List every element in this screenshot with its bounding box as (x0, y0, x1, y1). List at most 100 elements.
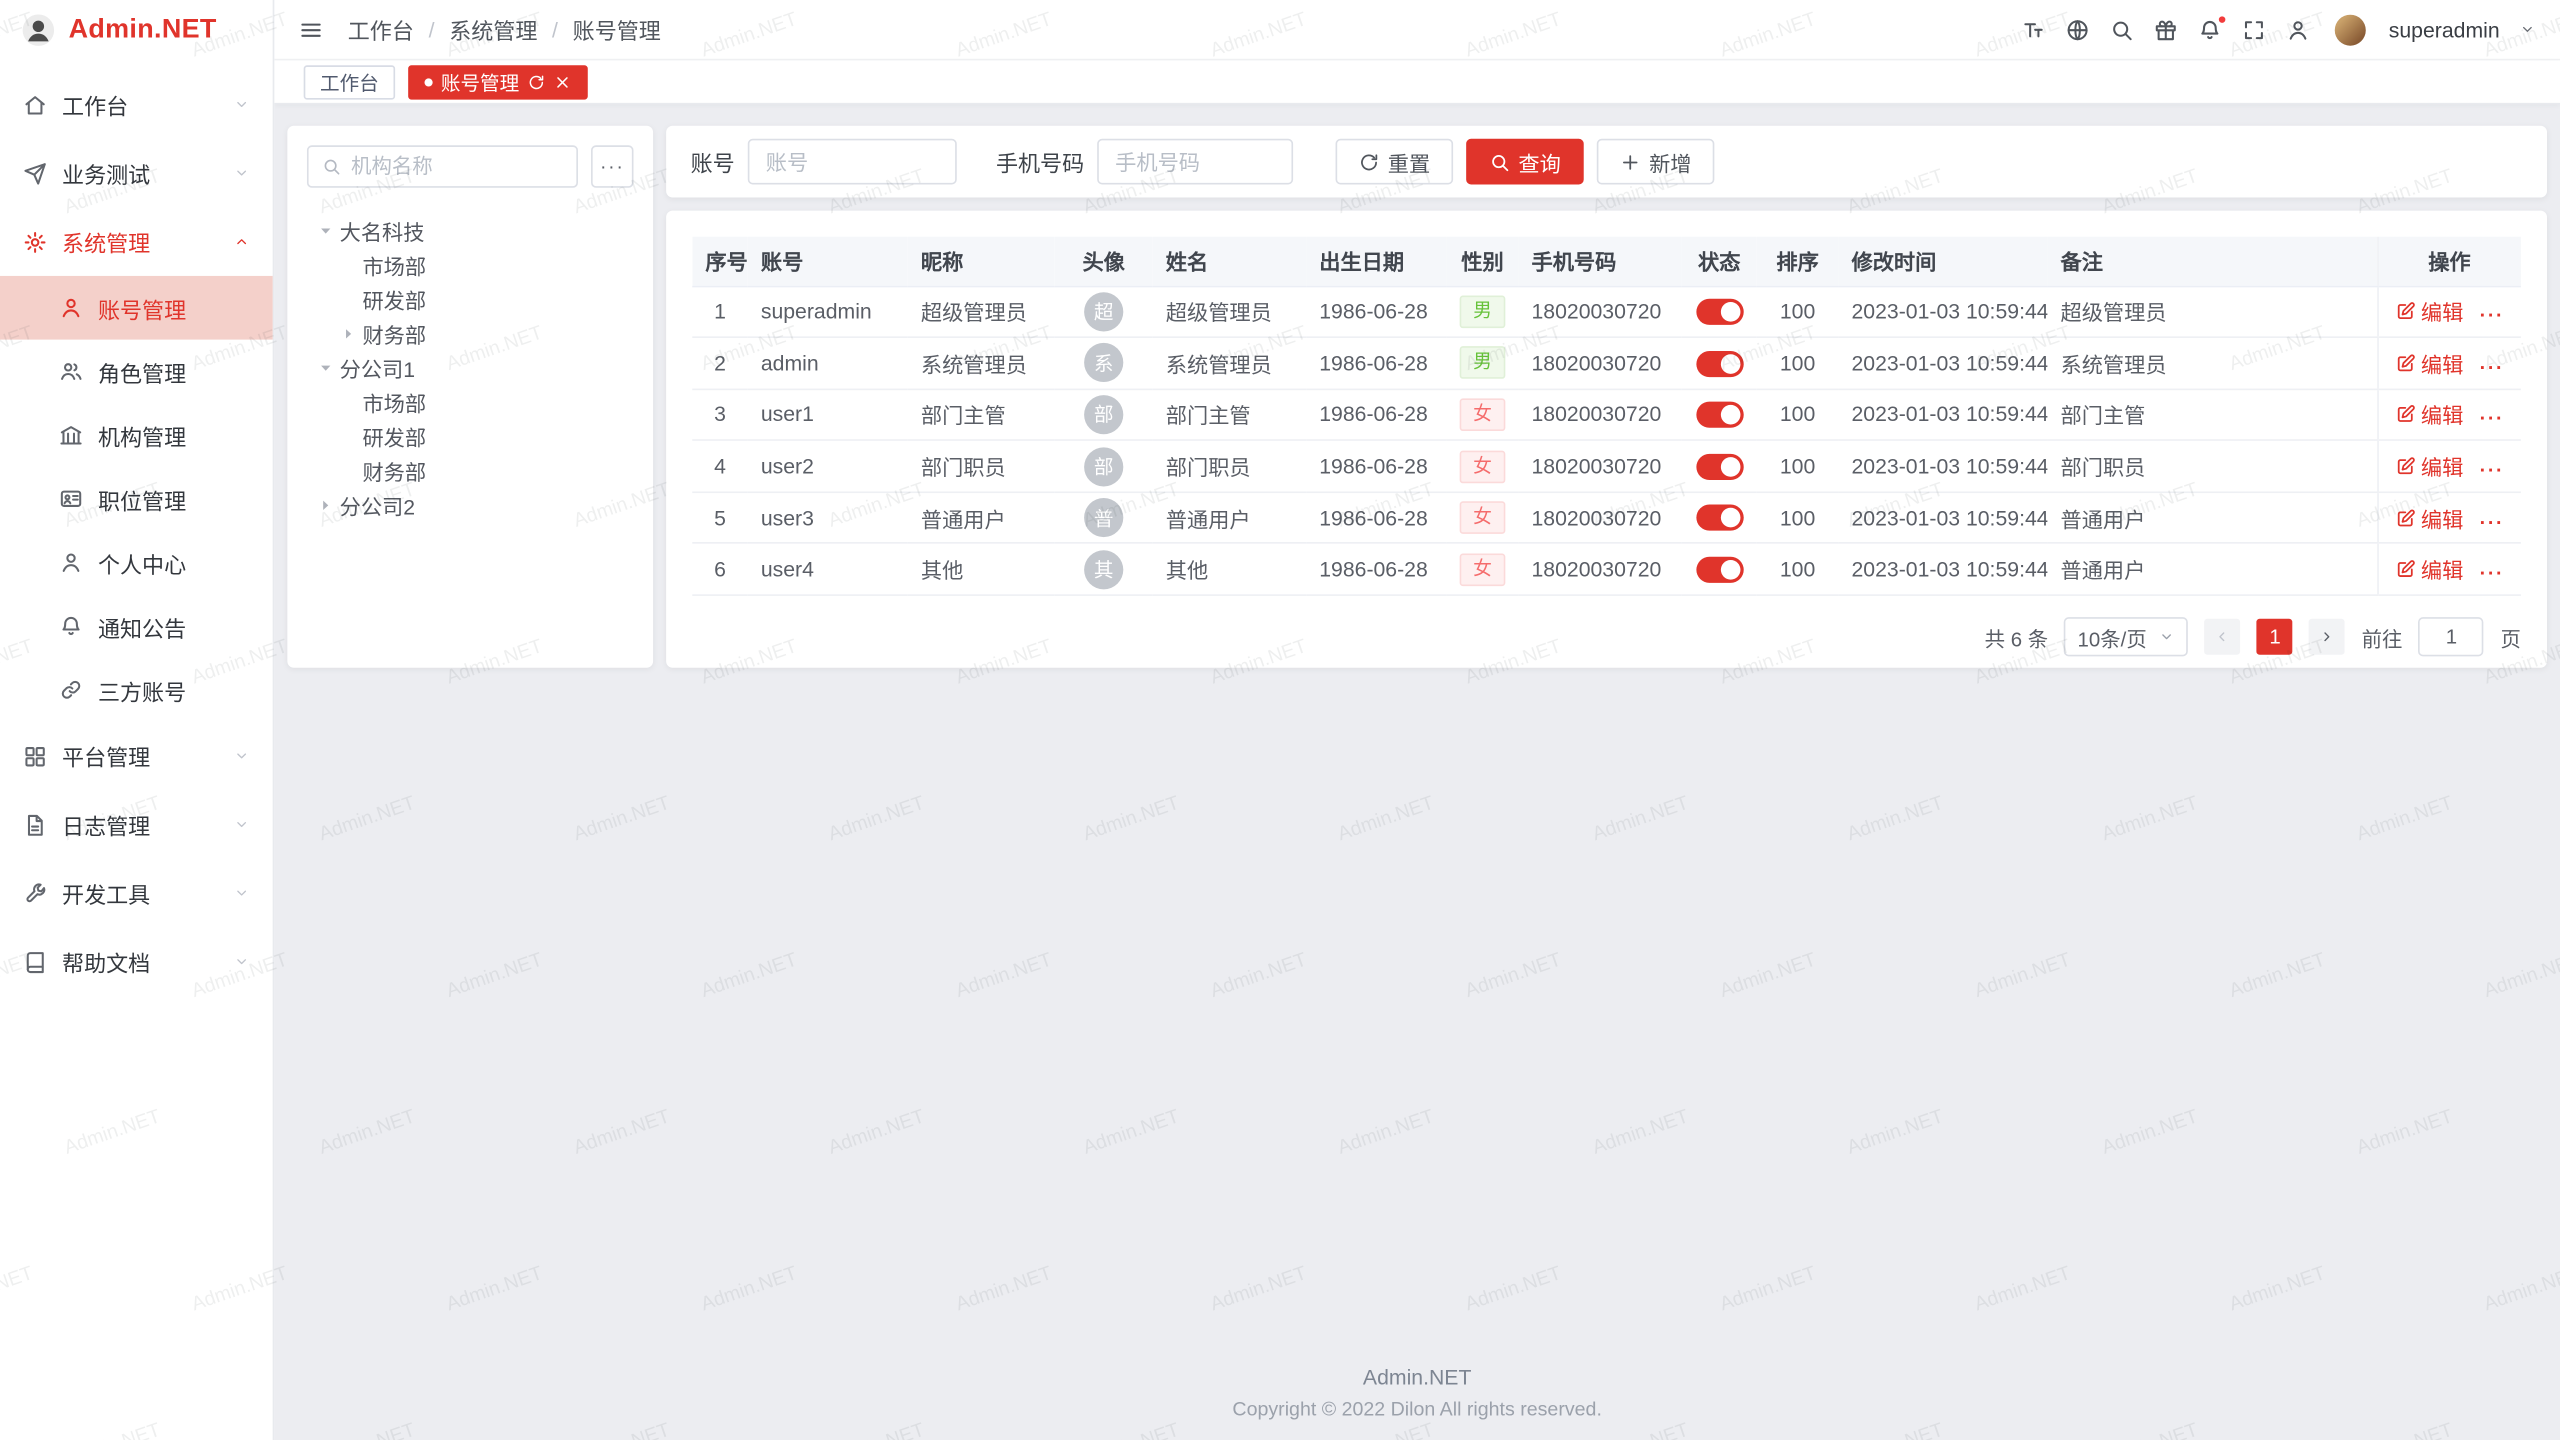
row-more-button[interactable]: ··· (2480, 459, 2504, 482)
profile-icon[interactable] (2286, 17, 2310, 41)
cell-birthday: 1986-06-28 (1306, 389, 1446, 441)
account-input[interactable] (748, 139, 957, 185)
cell-gender: 女 (1447, 440, 1519, 492)
chevron-down-icon (233, 748, 249, 764)
cell-nickname: 普通用户 (908, 492, 1055, 544)
bank-icon (59, 423, 83, 447)
sidebar-item-1[interactable]: 业务测试 (0, 139, 273, 208)
cell-name: 部门职员 (1153, 440, 1306, 492)
sidebar-item-13[interactable]: 帮助文档 (0, 927, 273, 996)
edit-button[interactable]: 编辑 (2395, 502, 2464, 533)
status-toggle[interactable] (1696, 505, 1743, 531)
column-header-3: 头像 (1055, 237, 1153, 286)
add-button[interactable]: 新增 (1597, 139, 1715, 185)
tree-node-3[interactable]: 财务部 (307, 317, 634, 351)
cell-account: user4 (748, 544, 908, 596)
caret-right-icon[interactable] (317, 496, 335, 514)
row-more-button[interactable]: ··· (2480, 304, 2504, 327)
next-page-button[interactable] (2309, 619, 2345, 655)
tree-node-1[interactable]: 市场部 (307, 248, 634, 282)
sidebar-item-11[interactable]: 日志管理 (0, 790, 273, 859)
bell-icon (59, 614, 83, 638)
status-toggle[interactable] (1696, 350, 1743, 376)
caret-down-icon[interactable] (317, 222, 335, 240)
sidebar-item-3[interactable]: 账号管理 (0, 276, 273, 340)
cell-status (1682, 544, 1757, 596)
status-toggle[interactable] (1696, 299, 1743, 325)
query-button[interactable]: 查询 (1466, 139, 1584, 185)
tab-label: 工作台 (320, 68, 379, 96)
cell-modified: 2023-01-03 10:59:44 (1838, 286, 2047, 338)
org-more-button[interactable]: ··· (591, 145, 633, 187)
row-more-button[interactable]: ··· (2480, 510, 2504, 533)
tab-refresh-icon[interactable] (527, 73, 545, 91)
prev-page-button[interactable] (2205, 619, 2241, 655)
table-body: 1superadmin超级管理员超超级管理员1986-06-28男1802003… (692, 286, 2521, 595)
users-icon (59, 359, 83, 383)
cell-status (1682, 492, 1757, 544)
tree-node-8[interactable]: 分公司2 (307, 488, 634, 522)
tree-node-7[interactable]: 财务部 (307, 454, 634, 488)
page-number-button[interactable]: 1 (2257, 619, 2293, 655)
tree-node-label: 分公司2 (340, 490, 415, 521)
edit-button[interactable]: 编辑 (2395, 399, 2464, 430)
gender-tag: 女 (1460, 398, 1505, 431)
status-toggle[interactable] (1696, 557, 1743, 583)
font-size-icon[interactable] (2021, 17, 2045, 41)
tree-node-6[interactable]: 研发部 (307, 420, 634, 454)
total-count: 共 6 条 (1985, 621, 2049, 652)
username[interactable]: superadmin (2389, 17, 2500, 41)
tab-1[interactable]: 账号管理 (408, 64, 588, 98)
breadcrumb-item[interactable]: 账号管理 (573, 13, 661, 46)
notification-bell-icon[interactable] (2198, 17, 2222, 41)
caret-down-icon[interactable] (317, 359, 335, 377)
cell-gender: 男 (1447, 286, 1519, 338)
sidebar-item-label: 个人中心 (98, 546, 186, 579)
sidebar-item-7[interactable]: 个人中心 (0, 531, 273, 595)
avatar: 部 (1084, 447, 1123, 486)
sidebar-item-10[interactable]: 平台管理 (0, 722, 273, 791)
tree-node-5[interactable]: 市场部 (307, 385, 634, 419)
reset-button[interactable]: 重置 (1336, 139, 1454, 185)
sidebar-item-2[interactable]: 系统管理 (0, 207, 273, 276)
row-more-button[interactable]: ··· (2480, 356, 2504, 379)
cell-avatar: 其 (1055, 544, 1153, 596)
edit-button[interactable]: 编辑 (2395, 451, 2464, 482)
sidebar-item-9[interactable]: 三方账号 (0, 658, 273, 722)
caret-right-icon[interactable] (340, 325, 358, 343)
fullscreen-icon[interactable] (2242, 17, 2266, 41)
status-toggle[interactable] (1696, 454, 1743, 480)
user-avatar[interactable] (2335, 14, 2366, 45)
sidebar-item-4[interactable]: 角色管理 (0, 340, 273, 404)
breadcrumb-item[interactable]: 工作台 (348, 13, 414, 46)
phone-input[interactable] (1097, 139, 1293, 185)
theme-icon[interactable] (2154, 17, 2178, 41)
language-icon[interactable] (2065, 17, 2089, 41)
tab-0[interactable]: 工作台 (304, 64, 395, 98)
column-header-4: 姓名 (1153, 237, 1306, 286)
edit-button[interactable]: 编辑 (2395, 296, 2464, 327)
tree-node-0[interactable]: 大名科技 (307, 214, 634, 248)
table-row-2: 2admin系统管理员系系统管理员1986-06-28男180200307201… (692, 337, 2521, 389)
column-header-8: 状态 (1682, 237, 1757, 286)
row-more-button[interactable]: ··· (2480, 562, 2504, 585)
edit-button[interactable]: 编辑 (2395, 554, 2464, 585)
breadcrumb-item[interactable]: 系统管理 (449, 13, 537, 46)
chevron-down-icon[interactable] (2519, 21, 2535, 37)
search-icon[interactable] (2110, 17, 2134, 41)
tree-node-2[interactable]: 研发部 (307, 282, 634, 316)
org-search-input[interactable] (351, 155, 563, 178)
sidebar-item-6[interactable]: 职位管理 (0, 467, 273, 531)
sidebar-item-0[interactable]: 工作台 (0, 70, 273, 139)
edit-button[interactable]: 编辑 (2395, 348, 2464, 379)
menu-collapse-icon[interactable] (299, 17, 323, 41)
sidebar-item-12[interactable]: 开发工具 (0, 859, 273, 928)
tab-close-icon[interactable] (554, 73, 572, 91)
sidebar-item-5[interactable]: 机构管理 (0, 403, 273, 467)
goto-page-input[interactable] (2419, 617, 2484, 656)
tree-node-4[interactable]: 分公司1 (307, 351, 634, 385)
sidebar-item-8[interactable]: 通知公告 (0, 594, 273, 658)
page-size-select[interactable]: 10条/页 (2064, 617, 2188, 656)
status-toggle[interactable] (1696, 402, 1743, 428)
row-more-button[interactable]: ··· (2480, 407, 2504, 430)
